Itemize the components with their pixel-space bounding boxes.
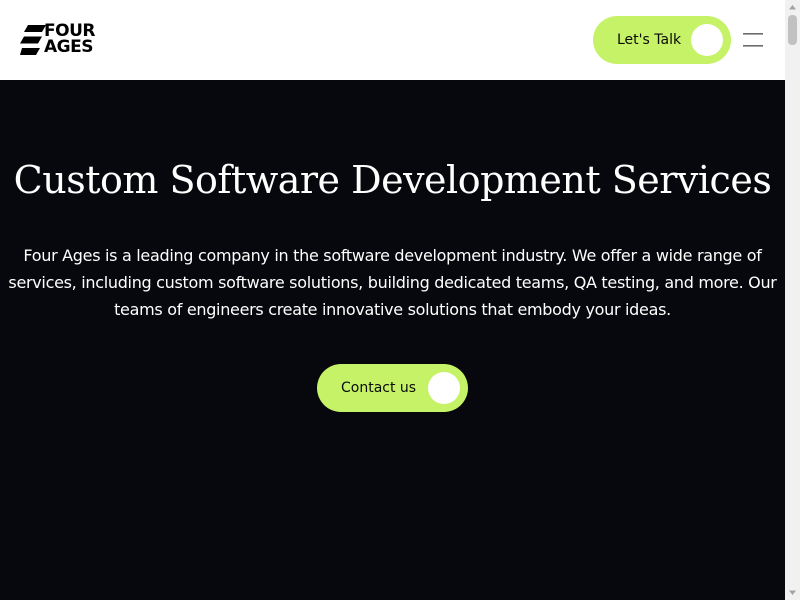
lets-talk-button[interactable]: Let's Talk — [593, 16, 731, 64]
hamburger-menu-icon — [743, 33, 763, 47]
scroll-up-arrow-icon[interactable] — [785, 0, 800, 15]
scroll-down-arrow-icon[interactable] — [785, 585, 800, 600]
page: FOUR AGES Let's Talk Custom Software Dev… — [0, 0, 785, 600]
circle-dot-icon — [428, 372, 460, 404]
logo-link[interactable]: FOUR AGES — [20, 23, 112, 59]
site-header: FOUR AGES Let's Talk — [0, 0, 785, 80]
lets-talk-label: Let's Talk — [617, 32, 682, 48]
stripes-logo-icon — [20, 25, 46, 55]
logo-wordmark: FOUR AGES — [44, 23, 95, 57]
circle-dot-icon — [691, 24, 723, 56]
browser-viewport: FOUR AGES Let's Talk Custom Software Dev… — [0, 0, 800, 600]
hamburger-menu-button[interactable] — [741, 30, 765, 50]
hero-title: Custom Software Development Services — [13, 158, 772, 202]
logo-line-ages: AGES — [44, 37, 93, 57]
contact-us-label: Contact us — [341, 380, 417, 396]
contact-us-button[interactable]: Contact us — [317, 364, 468, 412]
vertical-scrollbar[interactable] — [785, 0, 800, 600]
hero-section: Custom Software Development Services Fou… — [0, 80, 785, 600]
hero-description: Four Ages is a leading company in the so… — [8, 246, 777, 319]
scrollbar-thumb[interactable] — [788, 15, 797, 45]
